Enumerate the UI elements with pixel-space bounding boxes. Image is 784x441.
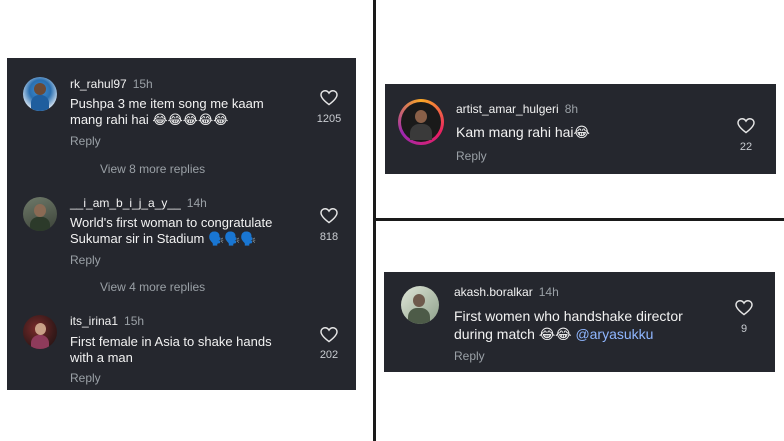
comment-text-line: with a man bbox=[70, 350, 133, 365]
username-text[interactable]: rk_rahul97 bbox=[70, 77, 127, 91]
username-text[interactable]: akash.boralkar bbox=[454, 285, 533, 299]
like-count: 9 bbox=[740, 323, 748, 335]
heart-icon[interactable] bbox=[737, 118, 755, 134]
heart-icon[interactable] bbox=[735, 300, 753, 316]
like-count: 818 bbox=[319, 231, 339, 243]
like-count: 22 bbox=[739, 141, 753, 153]
heart-icon[interactable] bbox=[320, 327, 338, 343]
like-count: 1205 bbox=[316, 113, 342, 125]
comment-username[interactable]: its_irina1 15h bbox=[70, 314, 144, 328]
bottom-right-comment-panel: akash.boralkar 14h First women who handsh… bbox=[384, 272, 775, 372]
comment-text-line: during match 😂😂 @aryasukku bbox=[454, 325, 683, 343]
comment-time: 14h bbox=[186, 196, 207, 210]
comment-text: First female in Asia to shake hands with… bbox=[70, 334, 272, 366]
comment-text: Kam mang rahi hai😂 bbox=[456, 124, 590, 140]
comment-username[interactable]: rk_rahul97 15h bbox=[70, 77, 153, 91]
username-text[interactable]: its_irina1 bbox=[70, 314, 118, 328]
reply-button[interactable]: Reply bbox=[70, 134, 101, 148]
comment-text-line: Sukumar sir in Stadium 🗣️🗣️🗣️ bbox=[70, 231, 257, 246]
horizontal-divider bbox=[376, 218, 784, 221]
username-text[interactable]: __i_am_b_i_j_a_y__ bbox=[70, 196, 181, 210]
comment-username[interactable]: artist_amar_hulgeri 8h bbox=[456, 102, 578, 116]
comment-time: 8h bbox=[564, 102, 579, 116]
comment-text: Pushpa 3 me item song me kaam mang rahi … bbox=[70, 96, 264, 128]
reply-button[interactable]: Reply bbox=[70, 253, 101, 267]
comment-time: 15h bbox=[124, 314, 145, 328]
reply-button[interactable]: Reply bbox=[70, 371, 101, 385]
like-count: 202 bbox=[319, 349, 339, 361]
avatar[interactable] bbox=[23, 197, 57, 231]
comment-time: 14h bbox=[538, 285, 559, 299]
comment-username[interactable]: akash.boralkar 14h bbox=[454, 285, 559, 299]
comment-text-line: mang rahi hai 😂😂😂😂😂 bbox=[70, 112, 229, 127]
mention-link[interactable]: @aryasukku bbox=[575, 326, 653, 342]
comment-text-line: First female in Asia to shake hands bbox=[70, 334, 272, 349]
username-text[interactable]: artist_amar_hulgeri bbox=[456, 102, 559, 116]
avatar[interactable] bbox=[398, 99, 444, 145]
left-comments-panel: rk_rahul97 15h Pushpa 3 me item song me k… bbox=[7, 58, 356, 390]
comment-text-line: First women who handshake director bbox=[454, 308, 683, 324]
comment-text-line: World's first woman to congratulate bbox=[70, 215, 273, 230]
view-more-replies[interactable]: View 8 more replies bbox=[100, 162, 205, 176]
avatar[interactable] bbox=[23, 315, 57, 349]
comment-text: World's first woman to congratulate Suku… bbox=[70, 215, 272, 247]
avatar[interactable] bbox=[23, 77, 57, 111]
comment-text: First women who handshake director durin… bbox=[454, 307, 683, 343]
heart-icon[interactable] bbox=[320, 90, 338, 106]
heart-icon[interactable] bbox=[320, 208, 338, 224]
comment-text-line: Pushpa 3 me item song me kaam bbox=[70, 96, 264, 111]
comment-text-segment: during match 😂😂 bbox=[454, 326, 572, 342]
top-right-comment-panel: artist_amar_hulgeri 8h Kam mang rahi hai😂… bbox=[385, 84, 776, 174]
avatar[interactable] bbox=[401, 286, 439, 324]
view-more-replies[interactable]: View 4 more replies bbox=[100, 280, 205, 294]
comment-username[interactable]: __i_am_b_i_j_a_y__ 14h bbox=[70, 196, 207, 210]
comment-time: 15h bbox=[132, 77, 153, 91]
reply-button[interactable]: Reply bbox=[454, 349, 485, 363]
reply-button[interactable]: Reply bbox=[456, 149, 487, 163]
